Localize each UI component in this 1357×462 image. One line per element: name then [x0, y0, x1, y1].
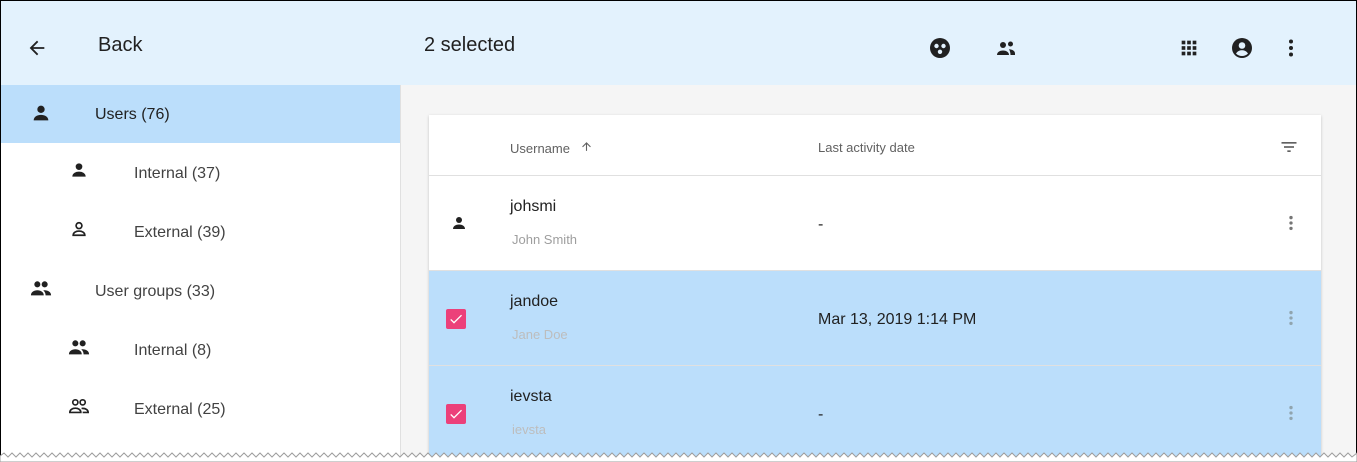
account-circle-icon[interactable]	[1222, 28, 1262, 68]
more-vert-icon[interactable]	[1271, 28, 1311, 68]
roles-icon[interactable]	[920, 28, 960, 68]
person-outline-icon	[67, 217, 91, 241]
sidebar-item-users[interactable]: Users (76)	[1, 85, 400, 143]
check-icon	[450, 409, 462, 419]
sidebar-item-user-groups[interactable]: User groups (33)	[1, 262, 400, 320]
people-icon	[29, 276, 53, 300]
person-icon	[29, 101, 53, 125]
row-last-activity: Mar 13, 2019 1:14 PM	[818, 311, 977, 328]
row-full-name: John Smith	[512, 232, 578, 247]
column-header-username[interactable]: Username	[510, 140, 593, 156]
sidebar-item-label: Users (76)	[95, 106, 170, 123]
groups-icon[interactable]	[986, 28, 1026, 68]
row-full-name: ievsta	[512, 422, 546, 437]
arrow-back-icon[interactable]	[17, 28, 57, 68]
sidebar: Users (76) Internal (37) External (39) U…	[1, 85, 401, 462]
sidebar-item-groups-external[interactable]: External (25)	[1, 380, 400, 438]
row-checkbox[interactable]	[446, 309, 466, 329]
row-last-activity: -	[818, 216, 824, 233]
table-row[interactable]: johsmi John Smith -	[429, 176, 1321, 271]
main-content: Username Last activity date johsmi John …	[401, 85, 1356, 462]
sort-ascending-icon	[580, 140, 593, 156]
row-checkbox[interactable]	[446, 404, 466, 424]
sidebar-item-label: User groups (33)	[95, 283, 216, 300]
filter-icon[interactable]	[1277, 135, 1301, 159]
users-table: Username Last activity date johsmi John …	[429, 115, 1321, 462]
column-header-last-activity[interactable]: Last activity date	[818, 140, 915, 155]
row-username: jandoe	[510, 293, 559, 310]
people-outline-icon	[67, 394, 91, 418]
apps-grid-icon[interactable]	[1169, 28, 1209, 68]
row-more-vert-icon[interactable]	[1279, 306, 1303, 330]
selection-count: 2 selected	[424, 34, 516, 56]
sidebar-item-label: Internal (37)	[134, 165, 221, 182]
torn-edge-decoration	[0, 452, 1357, 462]
row-more-vert-icon[interactable]	[1279, 401, 1303, 425]
table-row[interactable]: ievsta ievsta -	[429, 366, 1321, 461]
sidebar-item-users-external[interactable]: External (39)	[1, 203, 400, 261]
sidebar-item-label: External (39)	[134, 224, 226, 241]
row-last-activity: -	[818, 406, 824, 423]
people-icon	[67, 335, 91, 359]
row-more-vert-icon[interactable]	[1279, 211, 1303, 235]
person-icon	[447, 211, 471, 235]
table-header: Username Last activity date	[429, 115, 1321, 176]
sidebar-item-label: Internal (8)	[134, 342, 212, 359]
app-window: Back 2 selected Users (76) Internal (37)…	[0, 0, 1357, 462]
person-icon	[67, 158, 91, 182]
top-app-bar: Back 2 selected	[1, 1, 1356, 85]
sidebar-item-label: External (25)	[134, 401, 226, 418]
row-full-name: Jane Doe	[512, 327, 568, 342]
sidebar-item-groups-internal[interactable]: Internal (8)	[1, 321, 400, 379]
row-username: ievsta	[510, 388, 552, 405]
row-username: johsmi	[510, 198, 557, 215]
sidebar-item-users-internal[interactable]: Internal (37)	[1, 144, 400, 202]
check-icon	[450, 314, 462, 324]
back-button-label[interactable]: Back	[98, 34, 142, 57]
table-row[interactable]: jandoe Jane Doe Mar 13, 2019 1:14 PM	[429, 271, 1321, 366]
